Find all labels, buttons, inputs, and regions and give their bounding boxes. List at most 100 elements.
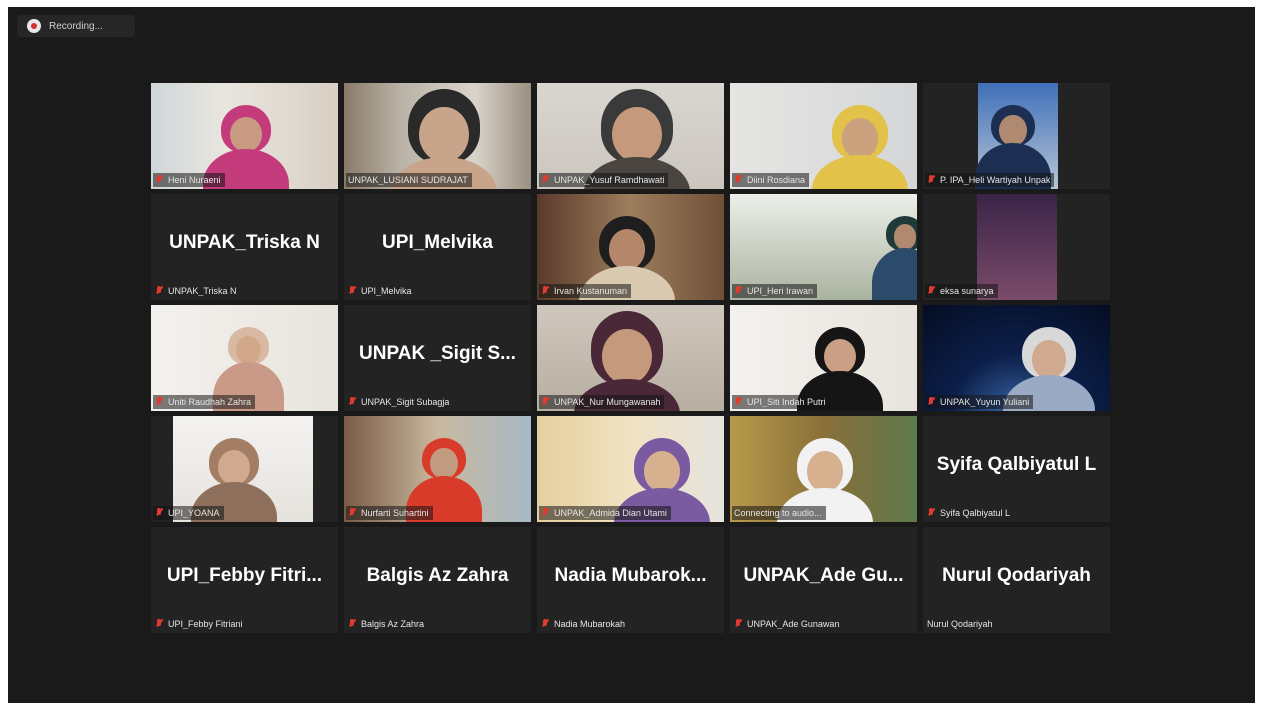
participant-tile[interactable]: UPI_Heri Irawan bbox=[730, 194, 917, 300]
mic-muted-icon bbox=[541, 507, 550, 519]
participant-name-label: Diini Rosdiana bbox=[732, 173, 810, 187]
mic-muted-icon bbox=[541, 618, 550, 630]
participant-name: UNPAK_Nur Mungawanah bbox=[554, 397, 661, 407]
participant-tile[interactable]: eksa sunarya bbox=[923, 194, 1110, 300]
recording-label: Recording... bbox=[49, 20, 103, 32]
participant-name-label: UNPAK_Sigit Subagja bbox=[346, 395, 453, 409]
participant-tile[interactable]: Balgis Az Zahra Balgis Az Zahra bbox=[344, 527, 531, 633]
mic-muted-icon bbox=[541, 285, 550, 297]
participant-name: UNPAK_Sigit Subagja bbox=[361, 397, 450, 407]
participant-name-label: UNPAK_LUSIANI SUDRAJAT bbox=[346, 173, 472, 187]
participant-tile[interactable]: Nurul Qodariyah Nurul Qodariyah bbox=[923, 527, 1110, 633]
participant-name-label: UNPAK_Ade Gunawan bbox=[732, 617, 843, 631]
recording-icon bbox=[27, 19, 41, 33]
participant-tile[interactable]: Connecting to audio... bbox=[730, 416, 917, 522]
participant-name: Balgis Az Zahra bbox=[361, 619, 425, 629]
mic-muted-icon bbox=[348, 396, 357, 408]
mic-muted-icon bbox=[541, 174, 550, 186]
participant-name-label: UPI_Heri Irawan bbox=[732, 284, 818, 298]
participant-name-label: UPI_Febby Fitriani bbox=[153, 617, 247, 631]
participant-tile[interactable]: Nurfarti Suhartini bbox=[344, 416, 531, 522]
participant-tile[interactable]: UNPAK_Nur Mungawanah bbox=[537, 305, 724, 411]
mic-muted-icon bbox=[155, 174, 164, 186]
participant-name-label: UPI_Siti Indah Putri bbox=[732, 395, 830, 409]
mic-muted-icon bbox=[348, 507, 357, 519]
participant-display-name: UPI_Febby Fitri... bbox=[166, 565, 323, 586]
meeting-window: Recording... Heni Nuraeni UNPAK_LUSIANI S… bbox=[8, 7, 1255, 703]
participant-name: UPI_Febby Fitriani bbox=[168, 619, 243, 629]
participant-name-label: Heni Nuraeni bbox=[153, 173, 225, 187]
participant-tile[interactable]: Irvan Kustanuman bbox=[537, 194, 724, 300]
recording-indicator[interactable]: Recording... bbox=[17, 15, 135, 37]
participant-name: P. IPA_Heli Wartiyah Unpak bbox=[940, 175, 1051, 185]
participant-tile[interactable]: P. IPA_Heli Wartiyah Unpak bbox=[923, 83, 1110, 189]
mic-muted-icon bbox=[155, 396, 164, 408]
mic-muted-icon bbox=[348, 285, 357, 297]
participant-name: UNPAK_Triska N bbox=[168, 286, 237, 296]
mic-muted-icon bbox=[348, 618, 357, 630]
participant-name: Diini Rosdiana bbox=[747, 175, 806, 185]
participant-name-label: P. IPA_Heli Wartiyah Unpak bbox=[925, 173, 1055, 187]
participant-display-name: UNPAK _Sigit S... bbox=[359, 343, 516, 364]
participant-tile[interactable]: UNPAK_Triska N UNPAK_Triska N bbox=[151, 194, 338, 300]
participant-tile[interactable]: Uniti Raudhah Zahra bbox=[151, 305, 338, 411]
participant-tile[interactable]: UNPAK_Ade Gu... UNPAK_Ade Gunawan bbox=[730, 527, 917, 633]
participant-tile[interactable]: Nadia Mubarok... Nadia Mubarokah bbox=[537, 527, 724, 633]
participant-display-name: Balgis Az Zahra bbox=[366, 565, 509, 586]
mic-muted-icon bbox=[927, 507, 936, 519]
participant-name-label: Uniti Raudhah Zahra bbox=[153, 395, 256, 409]
participant-name: UNPAK_Ade Gunawan bbox=[747, 619, 840, 629]
participant-name: UNPAK_Admida Dian Utami bbox=[554, 508, 667, 518]
participant-name-label: UPI_Melvika bbox=[346, 284, 416, 298]
participant-name-label: UNPAK_Yusuf Ramdhawati bbox=[539, 173, 669, 187]
participant-tile[interactable]: Heni Nuraeni bbox=[151, 83, 338, 189]
participant-name-label: eksa sunarya bbox=[925, 284, 998, 298]
participant-name-label: UNPAK_Admida Dian Utami bbox=[539, 506, 671, 520]
participant-name: UPI_Heri Irawan bbox=[747, 286, 814, 296]
participant-name: UPI_Melvika bbox=[361, 286, 412, 296]
participant-name-label: Nurfarti Suhartini bbox=[346, 506, 433, 520]
participant-name-label: Nadia Mubarokah bbox=[539, 617, 629, 631]
participant-display-name: UPI_Melvika bbox=[382, 232, 493, 253]
participant-tile[interactable]: UNPAK _Sigit S... UNPAK_Sigit Subagja bbox=[344, 305, 531, 411]
participant-name: UNPAK_LUSIANI SUDRAJAT bbox=[348, 175, 468, 185]
mic-muted-icon bbox=[155, 507, 164, 519]
participant-name-label: Balgis Az Zahra bbox=[346, 617, 428, 631]
mic-muted-icon bbox=[927, 174, 936, 186]
participant-tile[interactable]: UNPAK_LUSIANI SUDRAJAT bbox=[344, 83, 531, 189]
participant-name-label: Nurul Qodariyah bbox=[925, 617, 997, 631]
participant-display-name: Nurul Qodariyah bbox=[942, 565, 1091, 586]
participant-name: Nadia Mubarokah bbox=[554, 619, 626, 629]
participant-tile[interactable]: UPI_Melvika UPI_Melvika bbox=[344, 194, 531, 300]
participant-name: Connecting to audio... bbox=[734, 508, 822, 518]
participant-tile[interactable]: UPI_Febby Fitri... UPI_Febby Fitriani bbox=[151, 527, 338, 633]
participant-tile[interactable]: UNPAK_Admida Dian Utami bbox=[537, 416, 724, 522]
participant-display-name: Nadia Mubarok... bbox=[554, 565, 707, 586]
participant-name: UNPAK_Yusuf Ramdhawati bbox=[554, 175, 665, 185]
participant-name: Nurfarti Suhartini bbox=[361, 508, 429, 518]
participant-name: UPI_Siti Indah Putri bbox=[747, 397, 826, 407]
participant-tile[interactable]: UNPAK_Yuyun Yuliani bbox=[923, 305, 1110, 411]
mic-muted-icon bbox=[541, 396, 550, 408]
participant-name: Irvan Kustanuman bbox=[554, 286, 628, 296]
participant-tile[interactable]: Syifa Qalbiyatul L Syifa Qalbiyatul L bbox=[923, 416, 1110, 522]
participant-name: eksa sunarya bbox=[940, 286, 994, 296]
participant-tile[interactable]: UPI_Siti Indah Putri bbox=[730, 305, 917, 411]
mic-muted-icon bbox=[734, 285, 743, 297]
participant-name-label: UNPAK_Nur Mungawanah bbox=[539, 395, 665, 409]
participant-name-label: Irvan Kustanuman bbox=[539, 284, 632, 298]
participant-name: Heni Nuraeni bbox=[168, 175, 221, 185]
participant-name: Uniti Raudhah Zahra bbox=[168, 397, 252, 407]
participant-tile[interactable]: UPI_YOANA bbox=[151, 416, 338, 522]
participant-tile[interactable]: UNPAK_Yusuf Ramdhawati bbox=[537, 83, 724, 189]
participant-name: UNPAK_Yuyun Yuliani bbox=[940, 397, 1030, 407]
participant-name-label: Syifa Qalbiyatul L bbox=[925, 506, 1014, 520]
participant-name: Syifa Qalbiyatul L bbox=[940, 508, 1011, 518]
participant-name-label: UNPAK_Yuyun Yuliani bbox=[925, 395, 1034, 409]
participant-name-label: UPI_YOANA bbox=[153, 506, 224, 520]
participant-name-label: UNPAK_Triska N bbox=[153, 284, 241, 298]
participant-name: UPI_YOANA bbox=[168, 508, 220, 518]
participant-tile[interactable]: Diini Rosdiana bbox=[730, 83, 917, 189]
mic-muted-icon bbox=[734, 174, 743, 186]
mic-muted-icon bbox=[734, 396, 743, 408]
